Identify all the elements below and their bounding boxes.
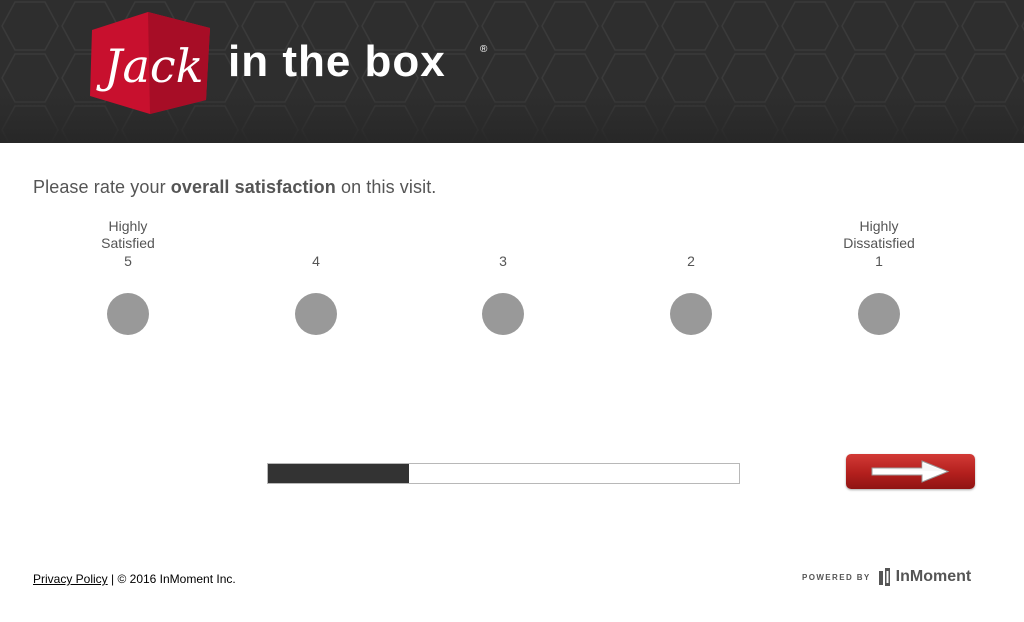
inmoment-logo-icon [878, 568, 890, 586]
jack-in-the-box-logo: Jack in the box ® [88, 10, 508, 120]
rating-label: Highly Satisfied [101, 218, 155, 252]
survey-progress-fill [268, 464, 410, 483]
registered-mark: ® [480, 44, 488, 55]
rating-radio-5[interactable] [107, 293, 149, 335]
question-prefix: Please rate your [33, 177, 171, 197]
rating-option-5[interactable]: Highly Satisfied 5 [68, 218, 188, 338]
footer-legal: Privacy Policy | © 2016 InMoment Inc. [33, 572, 236, 586]
logo-box-text: Jack [96, 39, 204, 93]
rating-option-2[interactable]: 2 [631, 218, 751, 338]
copyright-text: | © 2016 InMoment Inc. [107, 572, 236, 586]
rating-option-4[interactable]: 4 [256, 218, 376, 338]
rating-radio-1[interactable] [858, 293, 900, 335]
rating-label: Highly Dissatisfied [843, 218, 915, 252]
rating-label-line: Highly [108, 218, 148, 234]
rating-option-1[interactable]: Highly Dissatisfied 1 [819, 218, 939, 338]
rating-value: 4 [312, 253, 320, 269]
rating-value: 1 [875, 253, 883, 269]
rating-option-3[interactable]: 3 [443, 218, 563, 338]
powered-by-label: POWERED BY [802, 572, 871, 582]
rating-value: 2 [687, 253, 695, 269]
next-button[interactable] [846, 454, 975, 489]
rating-value: 3 [499, 253, 507, 269]
question-text: Please rate your overall satisfaction on… [33, 177, 436, 198]
survey-progress-bar [267, 463, 740, 484]
rating-value: 5 [124, 253, 132, 269]
rating-label-line: Dissatisfied [843, 235, 915, 251]
rating-label-line: Highly [859, 218, 899, 234]
inmoment-brand-name: InMoment [895, 568, 972, 585]
question-emphasis: overall satisfaction [170, 177, 336, 197]
header-banner: Jack in the box ® [0, 0, 1024, 143]
rating-radio-4[interactable] [295, 293, 337, 335]
arrow-right-icon [871, 460, 950, 483]
logo-wordmark: in the box [228, 37, 446, 86]
powered-by-inmoment: POWERED BY InMoment [802, 566, 971, 588]
question-suffix: on this visit. [335, 177, 437, 197]
rating-radio-3[interactable] [482, 293, 524, 335]
rating-label-line: Satisfied [101, 235, 155, 251]
logo-graphic: Jack in the box ® [90, 12, 488, 114]
rating-radio-2[interactable] [670, 293, 712, 335]
privacy-policy-link[interactable]: Privacy Policy [33, 572, 108, 586]
